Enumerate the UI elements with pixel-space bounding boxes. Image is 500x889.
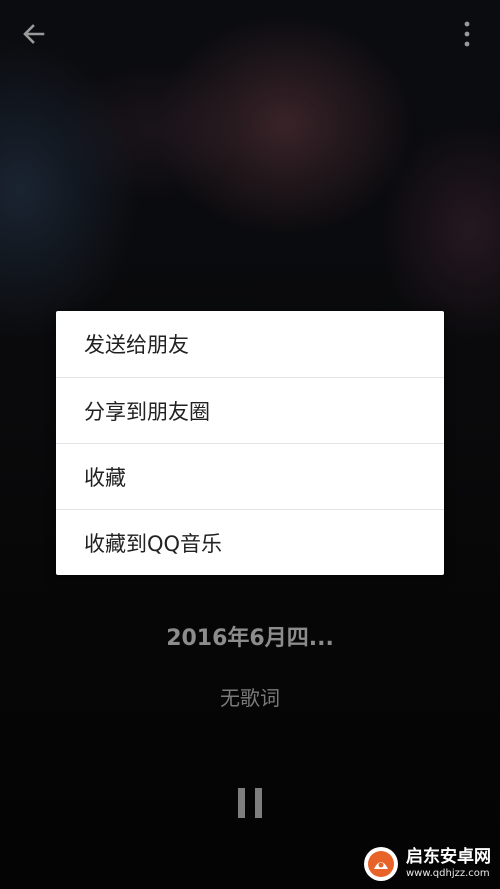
watermark-name: 启东安卓网 bbox=[406, 847, 491, 867]
menu-item-label: 收藏 bbox=[84, 465, 126, 490]
arrow-left-icon bbox=[23, 24, 45, 44]
menu-item-send-to-friend[interactable]: 发送给朋友 bbox=[56, 311, 444, 377]
menu-item-favorite[interactable]: 收藏 bbox=[56, 443, 444, 509]
back-button[interactable] bbox=[14, 14, 54, 54]
pause-icon bbox=[238, 788, 262, 818]
share-menu: 发送给朋友 分享到朋友圈 收藏 收藏到QQ音乐 bbox=[56, 311, 444, 575]
more-vertical-icon bbox=[464, 21, 470, 47]
menu-item-label: 发送给朋友 bbox=[84, 333, 189, 357]
lyrics-text: 无歌词 bbox=[220, 686, 280, 710]
song-title: 2016年6月四... bbox=[166, 626, 334, 651]
pause-button[interactable] bbox=[230, 780, 270, 826]
menu-item-share-to-moments[interactable]: 分享到朋友圈 bbox=[56, 377, 444, 443]
watermark-url: www.qdhjzz.com bbox=[406, 868, 490, 879]
more-options-button[interactable] bbox=[452, 14, 482, 54]
watermark-logo: 启东安卓网 www.qdhjzz.com bbox=[362, 843, 496, 885]
menu-item-label: 分享到朋友圈 bbox=[84, 399, 210, 424]
menu-item-favorite-to-qq-music[interactable]: 收藏到QQ音乐 bbox=[56, 509, 444, 575]
watermark-logo-icon bbox=[364, 847, 398, 881]
menu-item-label: 收藏到QQ音乐 bbox=[84, 531, 223, 556]
